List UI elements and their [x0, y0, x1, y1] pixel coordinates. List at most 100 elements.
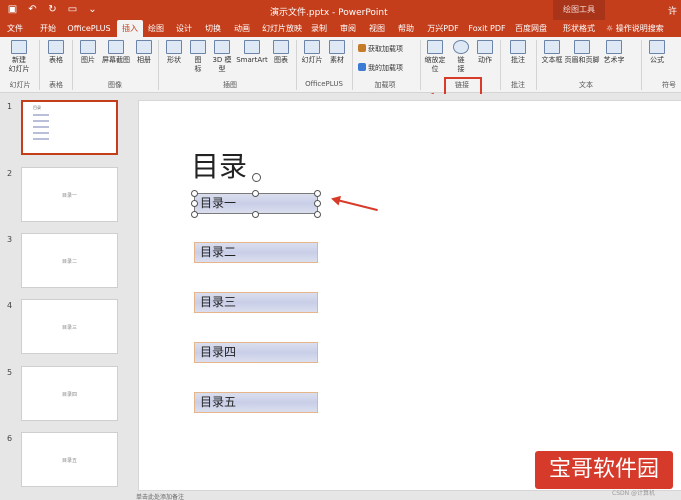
group-separator — [420, 40, 421, 90]
resize-handle[interactable] — [314, 190, 321, 197]
toc-item-3[interactable]: 目录三 — [194, 292, 318, 313]
resize-handle[interactable] — [191, 200, 198, 207]
toc-item-4[interactable]: 目录四 — [194, 342, 318, 363]
header-footer-button[interactable]: 页眉和页脚 — [564, 40, 600, 65]
equation-button[interactable]: 公式 — [646, 40, 668, 65]
notes-placeholder[interactable]: 单击此处添加备注 — [128, 492, 681, 500]
title-bar: ▣ ↶ ↻ ▭ ⌄ 演示文件.pptx - PowerPoint 绘图工具 许 — [0, 0, 681, 20]
shapes-button[interactable]: 形状 — [163, 40, 185, 65]
material-icon — [329, 40, 345, 54]
toc-item-5[interactable]: 目录五 — [194, 392, 318, 413]
customize-icon[interactable]: ⌄ — [86, 3, 99, 16]
user-name[interactable]: 许 — [668, 4, 677, 17]
tab-transitions[interactable]: 切换 — [202, 20, 224, 37]
tab-draw[interactable]: 绘图 — [145, 20, 167, 37]
thumbnail-label: 目录 — [33, 105, 41, 110]
resize-handle[interactable] — [314, 211, 321, 218]
thumbnail-label: 目录三 — [61, 325, 77, 331]
rotate-handle-icon[interactable] — [252, 173, 261, 182]
group-separator — [500, 40, 501, 90]
material-button[interactable]: 素材 — [326, 40, 348, 65]
thumbnail-slide-3[interactable]: 3 目录二 — [0, 233, 128, 291]
thumbnail-slide-5[interactable]: 5 目录四 — [0, 366, 128, 424]
tab-officeplus[interactable]: OfficePLUS — [66, 20, 112, 37]
wordart-button[interactable]: 艺术字 — [602, 40, 626, 65]
officeplus-slide-button[interactable]: 幻灯片 — [300, 40, 324, 65]
comment-button[interactable]: 批注 — [504, 40, 532, 65]
thumbnail-slide-2[interactable]: 2 目录一 — [0, 167, 128, 225]
new-slide-icon — [11, 40, 27, 54]
slide-title[interactable]: 目录 — [191, 145, 247, 185]
resize-handle[interactable] — [191, 190, 198, 197]
table-button[interactable]: 表格 — [44, 40, 68, 65]
thumbnail-slide-6[interactable]: 6 目录五 — [0, 432, 128, 490]
group-addins-label: 加载项 — [374, 81, 396, 89]
group-separator — [296, 40, 297, 90]
icons-icon — [190, 40, 206, 54]
group-separator — [72, 40, 73, 90]
zoom-button[interactable]: 缩放定 位 — [424, 40, 446, 74]
tab-record[interactable]: 录制 — [308, 20, 330, 37]
action-button[interactable]: 动作 — [474, 40, 496, 65]
thumbnail-card[interactable]: 目录 — [21, 100, 118, 155]
3d-models-button[interactable]: 3D 模 型 — [210, 40, 234, 74]
tab-baidu-netdisk[interactable]: 百度网盘 — [512, 20, 550, 37]
group-separator — [641, 40, 642, 90]
tab-slideshow[interactable]: 幻灯片放映 — [261, 20, 303, 37]
tab-insert[interactable]: 插入 — [117, 20, 143, 37]
get-addins-button[interactable]: 获取加载项 — [358, 44, 403, 54]
thumbnail-number: 6 — [7, 434, 13, 443]
slide-icon — [304, 40, 320, 54]
chart-button[interactable]: 图表 — [270, 40, 292, 65]
group-officeplus-label: OfficePLUS — [305, 80, 343, 88]
tab-file[interactable]: 文件 — [4, 20, 26, 37]
save-icon[interactable]: ▣ — [6, 3, 19, 16]
tab-shape-format[interactable]: 形状格式 — [556, 20, 602, 37]
resize-handle[interactable] — [191, 211, 198, 218]
picture-button[interactable]: 图片 — [77, 40, 99, 65]
store-icon — [358, 44, 366, 52]
screenshot-button[interactable]: 屏幕截图 — [100, 40, 132, 65]
tab-design[interactable]: 设计 — [173, 20, 195, 37]
redo-icon[interactable]: ↻ — [46, 3, 59, 16]
thumbnail-number: 2 — [7, 169, 13, 178]
group-symbols-label: 符号 — [662, 81, 676, 89]
link-button[interactable]: 链 接 — [450, 40, 472, 74]
group-illustrations-label: 插图 — [223, 81, 237, 89]
tab-home[interactable]: 开始 — [37, 20, 59, 37]
tab-animations[interactable]: 动画 — [231, 20, 253, 37]
resize-handle[interactable] — [314, 200, 321, 207]
group-separator — [39, 40, 40, 90]
thumbnail-card[interactable]: 目录五 — [21, 432, 118, 487]
album-button[interactable]: 相册 — [133, 40, 155, 65]
tab-review[interactable]: 审阅 — [337, 20, 359, 37]
thumbnail-label: 目录五 — [61, 458, 77, 464]
thumbnail-card[interactable]: 目录三 — [21, 299, 118, 354]
thumbnail-card[interactable]: 目录一 — [21, 167, 118, 222]
resize-handle[interactable] — [252, 190, 259, 197]
textbox-button[interactable]: 文本框 — [540, 40, 564, 65]
new-slide-button[interactable]: 新建 幻灯片 — [5, 40, 33, 74]
tab-wanxing-pdf[interactable]: 万兴PDF — [424, 20, 462, 37]
icons-button[interactable]: 图 标 — [188, 40, 208, 74]
thumbnail-slide-1[interactable]: 1 目录 — [0, 100, 128, 158]
addins-icon — [358, 63, 366, 71]
smartart-button[interactable]: SmartArt — [236, 40, 268, 65]
my-addins-button[interactable]: 我的加载项 — [358, 63, 403, 73]
smartart-icon — [244, 40, 260, 54]
undo-icon[interactable]: ↶ — [26, 3, 39, 16]
tab-help[interactable]: 帮助 — [395, 20, 417, 37]
thumbnail-slide-4[interactable]: 4 目录三 — [0, 299, 128, 357]
toc-item-2[interactable]: 目录二 — [194, 242, 318, 263]
thumbnail-card[interactable]: 目录四 — [21, 366, 118, 421]
resize-handle[interactable] — [252, 211, 259, 218]
present-icon[interactable]: ▭ — [66, 3, 79, 16]
slide-canvas[interactable]: 目录 目录一 目录二 目录三 目录四 目录五 — [138, 100, 681, 491]
wordart-icon — [606, 40, 622, 54]
shapes-icon — [166, 40, 182, 54]
camera-icon — [108, 40, 124, 54]
tell-me-search[interactable]: ☼ 操作说明搜索 — [606, 20, 664, 37]
tab-view[interactable]: 视图 — [366, 20, 388, 37]
tab-foxit-pdf[interactable]: Foxit PDF — [467, 20, 507, 37]
thumbnail-card[interactable]: 目录二 — [21, 233, 118, 288]
